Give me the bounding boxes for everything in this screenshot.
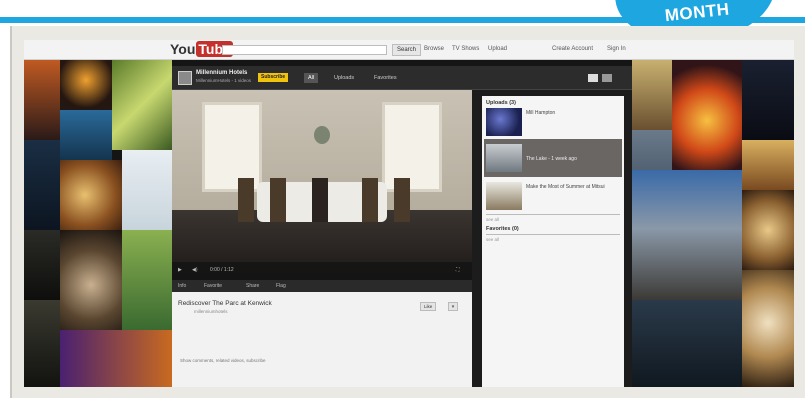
grid-view-icon[interactable]: [588, 74, 598, 82]
photo-tile: [60, 230, 122, 330]
youtube-header: You Tube Search Browse TV Shows Upload Cr…: [24, 40, 794, 60]
photo-tile: [24, 230, 60, 300]
play-icon[interactable]: ▶: [178, 267, 182, 273]
photo-tile: [632, 170, 742, 300]
tab-favorite[interactable]: Favorite: [204, 283, 222, 289]
favorites-see-all[interactable]: see all: [486, 237, 499, 242]
video-window: [382, 102, 442, 192]
photo-tile: [632, 60, 672, 130]
upload-item-label[interactable]: The Lake - 1 week ago: [526, 156, 616, 162]
photo-tile: [632, 300, 742, 387]
photo-tile: [112, 60, 172, 150]
nav-upload[interactable]: Upload: [488, 46, 507, 52]
volume-icon[interactable]: ◀): [192, 267, 198, 273]
tab-favorites[interactable]: Favorites: [374, 73, 397, 83]
channel-bar: Millennium Hotels MillenniumHotels - 1 v…: [172, 66, 632, 90]
photo-tile: [122, 230, 172, 330]
video-chair: [362, 178, 378, 222]
player-tabs: Info Favorite Share Flag: [172, 280, 472, 292]
logo-you: You: [170, 41, 196, 57]
channel-page: Millennium Hotels MillenniumHotels - 1 v…: [172, 66, 632, 387]
tab-info[interactable]: Info: [178, 283, 186, 289]
channel-subtitle: MillenniumHotels - 1 videos: [196, 78, 252, 83]
video-chair: [270, 178, 286, 222]
video-chair: [394, 178, 410, 222]
channel-avatar[interactable]: [178, 71, 192, 85]
photo-tile: [24, 60, 60, 140]
video-chair: [238, 178, 254, 222]
subscribe-button[interactable]: Subscribe: [258, 73, 289, 82]
photo-tile: [60, 110, 112, 160]
video-player[interactable]: ▶ ◀) 0:00 / 1:12 ⛶: [172, 90, 472, 280]
tab-flag[interactable]: Flag: [276, 283, 286, 289]
photo-tile: [672, 60, 742, 170]
video-chair: [312, 178, 328, 222]
photo-tile: [60, 330, 172, 387]
video-title: Rediscover The Parc at Kenwick: [178, 300, 272, 307]
video-info: Rediscover The Parc at Kenwick millenniu…: [172, 292, 472, 387]
video-thumbnail[interactable]: [486, 182, 522, 210]
video-vase: [314, 126, 330, 144]
photo-tile: [24, 300, 60, 387]
photo-tile: [60, 160, 122, 230]
video-thumbnail[interactable]: [486, 144, 522, 172]
photo-tile: [742, 270, 794, 387]
dislike-button[interactable]: ▾: [448, 302, 458, 311]
video-thumbnail[interactable]: [486, 108, 522, 136]
player-controls: ▶ ◀) 0:00 / 1:12 ⛶: [172, 262, 472, 280]
nav-tv-shows[interactable]: TV Shows: [452, 46, 479, 52]
uploads-panel: Uploads (3) Mill Hampton The Lake - 1 we…: [482, 96, 624, 387]
tab-uploads[interactable]: Uploads: [334, 73, 354, 83]
divider: [486, 214, 620, 215]
uploads-header: Uploads (3): [486, 100, 516, 106]
like-button[interactable]: Like: [420, 302, 437, 311]
list-view-icon[interactable]: [602, 74, 612, 82]
tab-share[interactable]: Share: [246, 283, 259, 289]
search-button[interactable]: Search: [392, 44, 422, 56]
badge-text: MONTH: [663, 0, 731, 26]
photo-tile: [742, 190, 794, 270]
video-user[interactable]: millenniumhotels: [194, 309, 228, 314]
upload-item-label[interactable]: Mill Hampton: [526, 110, 616, 116]
fullscreen-icon[interactable]: ⛶: [456, 267, 460, 273]
photo-tile: [122, 150, 172, 230]
search-input[interactable]: [222, 45, 387, 55]
sign-in-link[interactable]: Sign In: [607, 46, 626, 52]
youtube-screenshot: You Tube Search Browse TV Shows Upload Cr…: [24, 40, 794, 387]
nav-browse[interactable]: Browse: [424, 46, 444, 52]
player-time: 0:00 / 1:12: [210, 267, 234, 273]
comments-link[interactable]: Show comments, related videos, subscribe: [180, 358, 266, 363]
divider: [486, 234, 620, 235]
upload-item-label[interactable]: Make the Most of Summer at Mitsui: [526, 184, 616, 190]
photo-tile: [742, 140, 794, 190]
photo-tile: [60, 60, 112, 110]
create-account-link[interactable]: Create Account: [552, 46, 593, 52]
photo-tile: [742, 60, 794, 140]
see-all-link[interactable]: see all: [486, 217, 499, 222]
favorites-header: Favorites (0): [486, 226, 519, 232]
tab-all[interactable]: All: [304, 73, 319, 83]
photo-tile: [24, 140, 60, 230]
channel-name[interactable]: Millennium Hotels: [196, 70, 247, 76]
